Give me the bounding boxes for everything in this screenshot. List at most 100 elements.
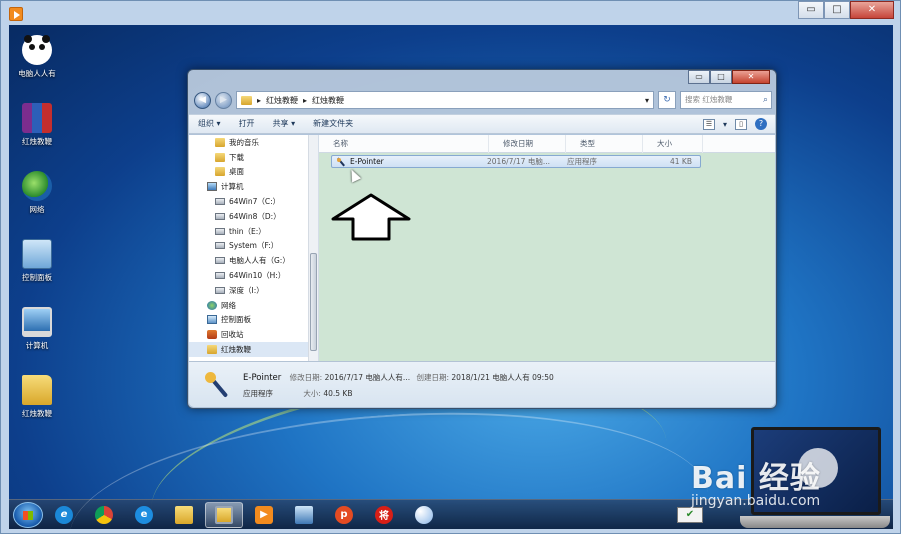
nav-item-desktop[interactable]: 桌面 [189,165,318,180]
details-created-label: 创建日期: [416,373,450,382]
desktop-icon-label: 计算机 [25,341,49,350]
preview-pane-icon[interactable]: ▯ [735,118,747,130]
nav-item-music[interactable]: 我的音乐 [189,135,318,150]
winrar-icon [22,103,52,133]
taskbar-item-remote[interactable] [285,502,323,528]
computer-icon [22,307,52,337]
desktop-icon-label: 红烛教鞭 [22,137,52,146]
taskbar-item-player[interactable]: ▶ [245,502,283,528]
taskbar-item-p[interactable]: p [325,502,363,528]
column-size[interactable]: 大小 [643,134,703,153]
taskbar-item-paint[interactable] [405,502,443,528]
help-icon[interactable]: ? [755,118,767,130]
file-date: 2016/7/17 电脑... [487,157,550,166]
nav-item-drive-d[interactable]: 64Win8（D:） [189,209,318,224]
desktop-icon-computer[interactable]: 计算机 [11,307,63,351]
column-modified[interactable]: 修改日期 [489,134,566,153]
breadcrumb-separator: ▸ [257,95,262,105]
nav-item-computer[interactable]: 计算机 [189,179,318,194]
nav-item-recycle-bin[interactable]: 回收站 [189,327,318,342]
folder-icon [215,152,225,162]
details-pane: E-Pointer 修改日期: 2016/7/17 电脑人人有... 创建日期:… [189,361,775,407]
start-button[interactable] [13,501,43,528]
breadcrumb-item[interactable]: 红烛教鞭 [312,95,344,106]
nav-item-drive-g[interactable]: 电脑人人有（G:） [189,253,318,268]
recycle-bin-icon [207,330,217,340]
nav-item-drive-i[interactable]: 深度（I:） [189,283,318,298]
nav-item-hongzhu[interactable]: 红烛教鞭 [189,342,318,357]
nav-item-drive-f[interactable]: System（F:） [189,239,318,254]
refresh-button[interactable]: ↻ [658,91,676,109]
details-size-label: 大小: [303,389,321,398]
back-button[interactable]: ◀ [194,91,211,109]
nav-item-control-panel[interactable]: 控制面板 [189,313,318,328]
search-input[interactable]: 搜索 红烛教鞭 ⌕ [680,91,772,109]
desktop-icon-network[interactable]: 网络 [11,171,63,215]
panda-icon [22,35,52,65]
computer-icon [207,182,217,192]
taskbar-item-explorer[interactable] [205,501,243,528]
search-icon[interactable]: ⌕ [763,92,768,108]
remote-desktop-icon [295,505,313,524]
taskbar-item-ie[interactable]: e [45,502,83,528]
player-app-icon[interactable] [9,7,23,21]
forward-button[interactable]: ▶ [215,91,232,109]
desktop-icon-panda[interactable]: 电脑人人有 [11,35,63,79]
folder-icon [215,167,225,177]
nav-item-label: 深度（I:） [229,285,264,295]
explorer-window-controls: ▭ □ ✕ [688,70,770,84]
folder-icon [175,505,193,524]
file-row-e-pointer[interactable]: E-Pointer 2016/7/17 电脑... 应用程序 41 KB [331,155,701,168]
nav-item-network[interactable]: 网络 [189,298,318,313]
organize-button[interactable]: 组织 ▾ [189,114,230,134]
desktop-icon-winrar[interactable]: 红烛教鞭 [11,103,63,147]
nav-scrollbar-thumb[interactable] [310,253,317,351]
address-dropdown-icon[interactable]: ▾ [645,96,653,105]
desktop-icon-label: 控制面板 [22,273,52,282]
player-window: ▭ □ ✕ 电脑人人有 红烛教鞭 网络 控制面板 计算机 红烛教鞭 ▭ □ ✕ … [0,0,901,534]
nav-item-drive-h[interactable]: 64Win10（H:） [189,268,318,283]
player-maximize-button[interactable]: □ [824,1,850,19]
column-type[interactable]: 类型 [566,134,643,153]
taskbar-item-chrome[interactable] [85,502,123,528]
new-folder-button[interactable]: 新建文件夹 [304,114,362,134]
explorer-minimize-button[interactable]: ▭ [688,70,710,84]
details-type: 应用程序 [243,389,273,398]
drive-icon [215,257,225,265]
view-dropdown-icon[interactable]: ▾ [723,120,727,129]
column-name[interactable]: 名称 [319,134,489,153]
desktop-icon-label: 网络 [29,205,45,214]
drive-icon [215,212,225,220]
nav-item-label: 64Win10（H:） [229,271,286,281]
command-bar: 组织 ▾ 打开 共享 ▾ 新建文件夹 ☰ ▾ ▯ ? [189,114,775,134]
pointer-app-icon [336,157,346,167]
taskbar-item-360[interactable]: e [125,502,163,528]
control-panel-icon [207,315,217,325]
p-app-icon: p [335,505,353,524]
address-bar[interactable]: ▸ 红烛教鞭 ▸ 红烛教鞭 ▾ [236,91,654,109]
file-size: 41 KB [670,157,692,166]
player-close-button[interactable]: ✕ [850,1,894,19]
file-type: 应用程序 [567,157,597,166]
open-button[interactable]: 打开 [230,114,264,134]
nav-item-label: 回收站 [221,330,244,340]
nav-item-drive-c[interactable]: 64Win7（C:） [189,194,318,209]
nav-item-drive-e[interactable]: thin（E:） [189,224,318,239]
share-button[interactable]: 共享 ▾ [264,114,305,134]
drive-icon [215,227,225,235]
desktop-icon-control-panel[interactable]: 控制面板 [11,239,63,283]
nav-item-label: 64Win8（D:） [229,211,281,221]
explorer-maximize-button[interactable]: □ [710,70,732,84]
explorer-close-button[interactable]: ✕ [732,70,770,84]
taskbar-item-folder[interactable] [165,502,203,528]
nav-scrollbar[interactable] [308,135,318,361]
taskbar-item-jiang[interactable]: 将 [365,502,403,528]
search-placeholder: 搜索 红烛教鞭 [685,95,733,104]
nav-item-label: 我的音乐 [229,137,259,147]
tray-check-icon[interactable]: ✔ [677,506,703,523]
view-icon[interactable]: ☰ [702,118,715,130]
player-minimize-button[interactable]: ▭ [798,1,824,19]
breadcrumb-item[interactable]: 红烛教鞭 [266,95,298,106]
desktop-icon-folder[interactable]: 红烛教鞭 [11,375,63,419]
nav-item-downloads[interactable]: 下载 [189,150,318,165]
